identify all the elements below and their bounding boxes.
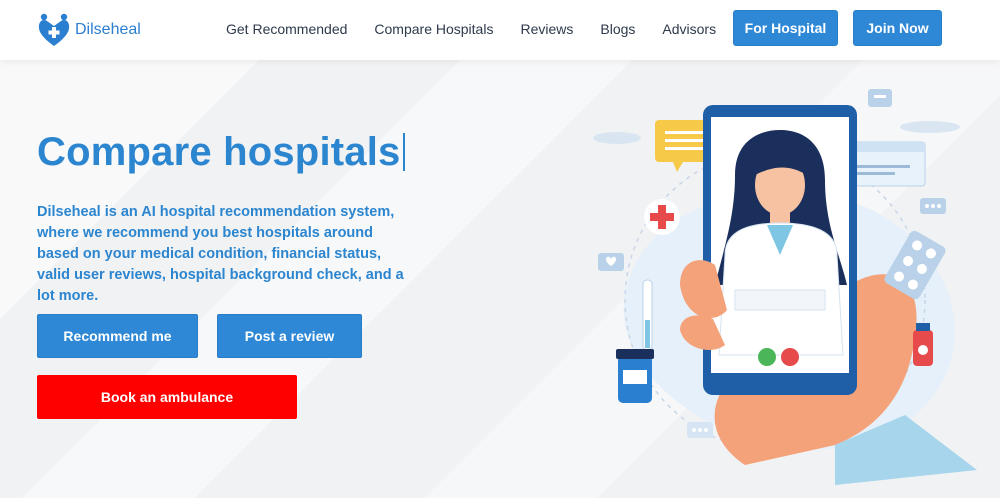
chat-bubble-icon <box>687 422 713 438</box>
chat-bubble-icon <box>920 198 946 214</box>
chat-bubble-icon <box>868 89 892 107</box>
like-bubble-icon <box>598 253 624 271</box>
nav-advisors[interactable]: Advisors <box>662 20 716 38</box>
main-nav: Get Recommended Compare Hospitals Review… <box>226 20 743 38</box>
nav-blogs[interactable]: Blogs <box>600 20 635 38</box>
accept-call-icon <box>758 348 776 366</box>
medicine-jar-icon <box>616 349 654 403</box>
medicine-bottle-icon <box>913 323 933 366</box>
doctor-phone-illustration <box>593 89 977 485</box>
hero-description: Dilseheal is an AI hospital recommendati… <box>37 204 404 304</box>
site-header: Dilseheal Get Recommended Compare Hospit… <box>0 0 1000 60</box>
thermometer-icon <box>642 279 653 351</box>
cloud-icon <box>593 132 641 144</box>
medical-plus-icon <box>644 199 680 235</box>
hero-title-text: Compare hospitals <box>37 130 401 174</box>
join-now-button[interactable]: Join Now <box>853 10 942 46</box>
brand-logo[interactable]: Dilseheal <box>37 12 141 48</box>
nav-reviews[interactable]: Reviews <box>520 20 573 38</box>
nav-compare-hospitals[interactable]: Compare Hospitals <box>374 20 493 38</box>
for-hospital-button[interactable]: For Hospital <box>733 10 838 46</box>
logo-heart-icon <box>38 13 70 46</box>
decline-call-icon <box>781 348 799 366</box>
book-ambulance-button[interactable]: Book an ambulance <box>37 375 297 419</box>
cloud-icon <box>900 121 960 133</box>
brand-name: Dilseheal <box>75 21 141 38</box>
hero-title: Compare hospitals <box>37 130 406 175</box>
post-review-button[interactable]: Post a review <box>217 314 362 358</box>
recommend-me-button[interactable]: Recommend me <box>37 314 198 358</box>
typing-caret <box>403 133 406 171</box>
nav-get-recommended[interactable]: Get Recommended <box>226 20 347 38</box>
